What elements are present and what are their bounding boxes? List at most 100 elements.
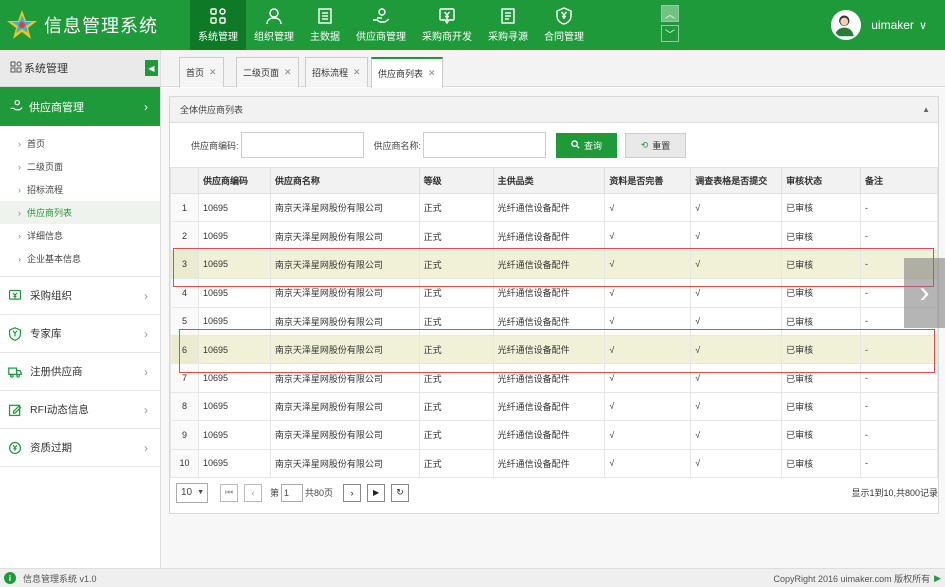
nav-sourcing[interactable]: 采购寻源 bbox=[480, 0, 536, 50]
refresh-button[interactable]: ↻ bbox=[391, 483, 410, 502]
column-header[interactable]: 等级 bbox=[418, 167, 494, 194]
tab-home[interactable]: 首页 ✕ bbox=[179, 57, 224, 87]
sidebar-item-rfi[interactable]: RFI动态信息 › bbox=[0, 391, 160, 429]
table-row[interactable]: 10 10695 南京天泽星网股份有限公司 正式 光纤通信设备配件 √ √ 已审核 - bbox=[170, 448, 938, 478]
table-cell: √ bbox=[690, 278, 783, 308]
close-icon[interactable]: ✕ bbox=[428, 68, 436, 79]
user-menu[interactable]: uimaker ∨ bbox=[831, 10, 927, 40]
tab-bidding[interactable]: 招标流程 ✕ bbox=[305, 57, 368, 87]
table-cell: √ bbox=[690, 420, 783, 450]
sidebar-item-register-supplier[interactable]: 注册供应商 › bbox=[0, 353, 160, 391]
app-logo[interactable]: 信息管理系统 bbox=[6, 8, 158, 42]
table-cell: 10695 bbox=[197, 192, 271, 223]
row-index: 7 bbox=[170, 363, 199, 393]
sidebar-item-label: RFI动态信息 bbox=[30, 404, 89, 416]
supplier-code-input[interactable] bbox=[240, 132, 364, 158]
table-cell: √ bbox=[604, 448, 692, 478]
person-avatar-icon bbox=[834, 15, 855, 37]
nav-supplier-management[interactable]: 供应商管理 bbox=[348, 0, 414, 50]
sidebar-item-home[interactable]: › 首页 bbox=[0, 132, 160, 155]
sidebar-item-label: 企业基本信息 bbox=[27, 254, 82, 264]
close-icon[interactable]: ✕ bbox=[353, 67, 361, 78]
sidebar-item-company-info[interactable]: › 企业基本信息 bbox=[0, 247, 160, 270]
column-header[interactable]: 审核状态 bbox=[781, 167, 862, 194]
column-header[interactable]: 供应商编码 bbox=[197, 167, 271, 194]
table-cell: 正式 bbox=[418, 391, 494, 422]
next-slide-button[interactable]: › bbox=[904, 258, 945, 328]
column-header[interactable]: 资料是否完善 bbox=[604, 167, 692, 194]
shield-yen-icon bbox=[8, 326, 22, 341]
search-bar: 供应商编码: 供应商名称: 查询 ⟲ 重置 bbox=[170, 123, 938, 167]
table-row[interactable]: 2 10695 南京天泽星网股份有限公司 正式 光纤通信设备配件 √ √ 已审核 - bbox=[170, 221, 938, 251]
last-page-button[interactable]: ▶ bbox=[367, 483, 386, 502]
yen-chat-icon bbox=[439, 8, 455, 25]
close-icon[interactable]: ✕ bbox=[284, 67, 292, 78]
collapse-caret-icon[interactable]: ▲ bbox=[922, 105, 930, 114]
table-cell: 10695 bbox=[197, 363, 271, 393]
row-index: 3 bbox=[170, 249, 199, 280]
table-cell: 已审核 bbox=[781, 306, 862, 336]
badge-yen-icon bbox=[8, 441, 22, 454]
prev-page-button[interactable]: ‹ bbox=[244, 483, 262, 502]
nav-master-data[interactable]: 主数据 bbox=[302, 0, 348, 50]
sidebar-item-label: 专家库 bbox=[30, 328, 62, 340]
table-cell: 光纤通信设备配件 bbox=[492, 306, 606, 336]
table-row[interactable]: 4 10695 南京天泽星网股份有限公司 正式 光纤通信设备配件 √ √ 已审核 - bbox=[170, 278, 938, 308]
sidebar: 系统管理 ◀ 供应商管理 › › 首页 › 二级页面 › 招标流程 › 供应商列表 › 详… bbox=[0, 50, 161, 568]
column-header[interactable]: 供应商名称 bbox=[269, 167, 420, 194]
sidebar-item-bidding[interactable]: › 招标流程 bbox=[0, 178, 160, 201]
sidebar-item-secondary[interactable]: › 二级页面 bbox=[0, 155, 160, 178]
close-icon[interactable]: ✕ bbox=[209, 67, 217, 78]
sidebar-item-details[interactable]: › 详细信息 bbox=[0, 224, 160, 247]
reset-button[interactable]: ⟲ 重置 bbox=[625, 132, 687, 158]
sidebar-collapse-button[interactable]: ◀ bbox=[145, 60, 158, 76]
table-row[interactable]: 5 10695 南京天泽星网股份有限公司 正式 光纤通信设备配件 √ √ 已审核 - bbox=[170, 306, 938, 336]
first-page-button[interactable]: ⏮ bbox=[220, 483, 238, 502]
column-header[interactable]: 调查表格是否提交 bbox=[690, 167, 783, 194]
table-cell: 南京天泽星网股份有限公司 bbox=[269, 448, 420, 478]
nav-contract-management[interactable]: 合同管理 bbox=[536, 0, 592, 50]
refresh-icon: ⟲ bbox=[640, 139, 649, 150]
sidebar-group-supplier[interactable]: 供应商管理 › bbox=[0, 87, 160, 126]
tab-supplier-list[interactable]: 供应商列表 ✕ bbox=[371, 57, 443, 88]
sidebar-header: 系统管理 ◀ bbox=[0, 50, 160, 87]
page-size-select[interactable]: 10 ▼ bbox=[176, 482, 208, 503]
table-row[interactable]: 8 10695 南京天泽星网股份有限公司 正式 光纤通信设备配件 √ √ 已审核 - bbox=[170, 391, 938, 422]
nav-system-management[interactable]: 系统管理 bbox=[190, 0, 246, 50]
column-header[interactable]: 备注 bbox=[860, 167, 938, 194]
supplier-name-input[interactable] bbox=[423, 132, 547, 158]
page-number-input[interactable]: 1 bbox=[281, 483, 304, 502]
table-cell: √ bbox=[690, 306, 783, 336]
query-button[interactable]: 查询 bbox=[556, 132, 618, 158]
table-row[interactable]: 9 10695 南京天泽星网股份有限公司 正式 光纤通信设备配件 √ √ 已审核 - bbox=[170, 420, 938, 450]
nav-scroll-up-button[interactable]: ︿ bbox=[661, 5, 679, 22]
table-cell: 南京天泽星网股份有限公司 bbox=[269, 192, 420, 223]
tab-secondary[interactable]: 二级页面 ✕ bbox=[236, 57, 299, 87]
nav-label: 合同管理 bbox=[544, 32, 584, 43]
nav-scroll-down-button[interactable]: ﹀ bbox=[661, 25, 679, 42]
table-cell: - bbox=[860, 363, 938, 393]
chevron-left-icon: ◀ bbox=[148, 63, 155, 73]
table-row[interactable]: 7 10695 南京天泽星网股份有限公司 正式 光纤通信设备配件 √ √ 已审核 - bbox=[170, 363, 938, 393]
table-cell: √ bbox=[690, 249, 783, 280]
chevron-right-icon: › bbox=[144, 99, 148, 114]
nav-buyer-development[interactable]: 采购商开发 bbox=[414, 0, 480, 50]
table-row[interactable]: 1 10695 南京天泽星网股份有限公司 正式 光纤通信设备配件 √ √ 已审核 - bbox=[170, 192, 938, 223]
nav-label: 系统管理 bbox=[198, 32, 238, 43]
sidebar-item-label: 二级页面 bbox=[27, 162, 64, 172]
table-cell: √ bbox=[604, 420, 692, 450]
nav-org-management[interactable]: 组织管理 bbox=[246, 0, 302, 50]
next-page-button[interactable]: › bbox=[343, 483, 362, 502]
table-row[interactable]: 3 10695 南京天泽星网股份有限公司 正式 光纤通信设备配件 √ √ 已审核 - bbox=[170, 249, 938, 280]
sidebar-item-qualification-expired[interactable]: 资质过期 › bbox=[0, 429, 160, 467]
play-icon[interactable]: ▶ bbox=[934, 573, 941, 584]
sidebar-group-label: 供应商管理 bbox=[29, 101, 84, 114]
table-cell: 南京天泽星网股份有限公司 bbox=[269, 363, 420, 393]
sidebar-item-supplier-list[interactable]: › 供应商列表 bbox=[0, 201, 160, 224]
table-cell: √ bbox=[690, 448, 783, 478]
sidebar-item-expert-pool[interactable]: 专家库 › bbox=[0, 315, 160, 353]
table-row[interactable]: 6 10695 南京天泽星网股份有限公司 正式 光纤通信设备配件 √ √ 已审核 - bbox=[170, 334, 938, 365]
truck-icon bbox=[8, 366, 22, 378]
sidebar-item-purchase-org[interactable]: 采购组织 › bbox=[0, 277, 160, 315]
column-header[interactable]: 主供品类 bbox=[492, 167, 606, 194]
